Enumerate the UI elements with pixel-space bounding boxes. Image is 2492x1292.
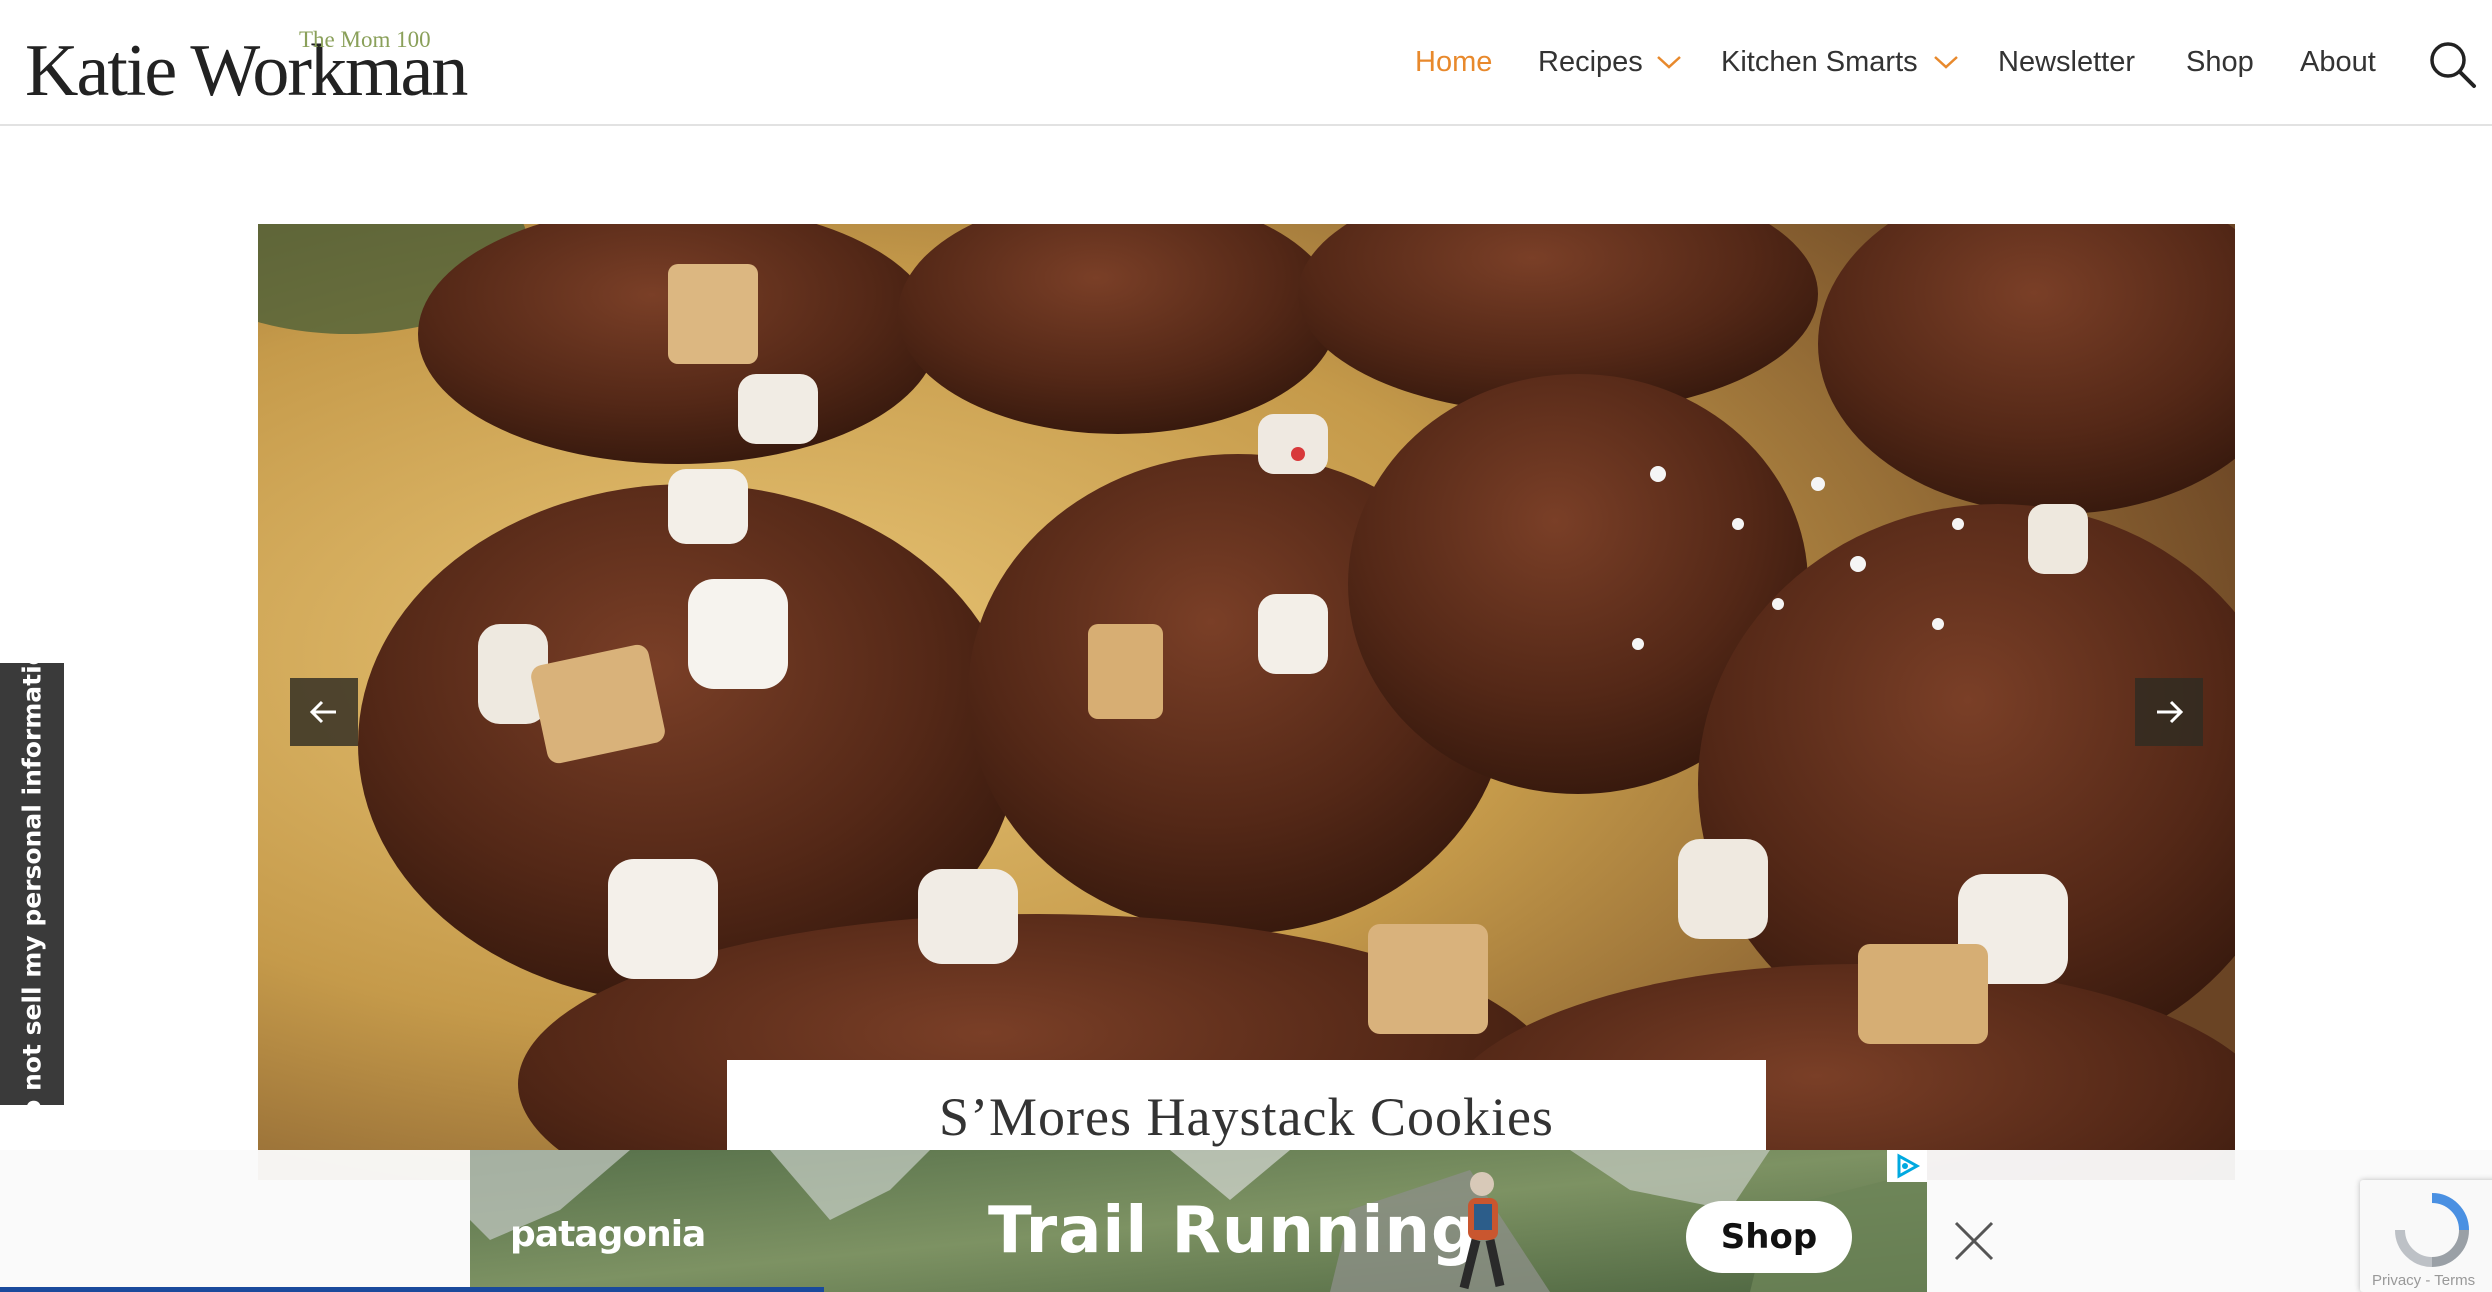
do-not-sell-tab[interactable]: Do not sell my personal information xyxy=(0,630,64,1138)
page-progress-bar xyxy=(0,1287,824,1292)
nav-item-label: Recipes xyxy=(1538,46,1643,78)
nav-item-kitchen-smarts[interactable]: Kitchen Smarts xyxy=(1721,40,1961,84)
recaptcha-icon xyxy=(2395,1193,2469,1267)
nav-item-label: Home xyxy=(1415,46,1493,78)
slide-title[interactable]: S’Mores Haystack Cookies xyxy=(727,1086,1766,1148)
search-icon[interactable] xyxy=(2428,40,2478,90)
nav-item-recipes[interactable]: Recipes xyxy=(1538,40,1683,84)
nav-item-home[interactable]: Home xyxy=(1415,40,1492,84)
banner-ad[interactable]: patagonia Trail Running Shop xyxy=(470,1150,1927,1292)
adchoices-glyph xyxy=(1897,1153,1921,1179)
nav-item-label: Newsletter xyxy=(1998,46,2135,78)
main-nav: Home Recipes Kitchen Smarts Newsletter S… xyxy=(0,40,2492,84)
recaptcha-badge[interactable]: Privacy - Terms xyxy=(2360,1180,2492,1292)
page: Katie Workman The Mom 100 Home Recipes K… xyxy=(0,0,2492,1292)
close-icon[interactable] xyxy=(1952,1219,1996,1263)
runner-image xyxy=(1459,1172,1505,1290)
ad-shop-button[interactable]: Shop xyxy=(1686,1201,1852,1273)
featured-slider: S’Mores Haystack Cookies xyxy=(258,224,2235,1180)
nav-item-label: Shop xyxy=(2186,46,2254,78)
nav-item-shop[interactable]: Shop xyxy=(2186,40,2254,84)
chevron-down-icon xyxy=(1657,56,1681,69)
nav-item-label: Kitchen Smarts xyxy=(1721,46,1918,78)
slide-image[interactable] xyxy=(258,224,2235,1180)
nav-item-label: About xyxy=(2300,46,2376,78)
nav-item-newsletter[interactable]: Newsletter xyxy=(1998,40,2135,84)
ad-headline: Trail Running xyxy=(988,1194,1478,1268)
arrow-left-icon xyxy=(309,700,336,724)
do-not-sell-label: Do not sell my personal information xyxy=(17,630,47,1138)
ad-brand: patagonia xyxy=(510,1214,706,1255)
recaptcha-links[interactable]: Privacy - Terms xyxy=(2372,1272,2475,1289)
arrow-right-icon xyxy=(2157,700,2184,724)
chevron-down-icon xyxy=(1934,56,1958,69)
nav-item-about[interactable]: About xyxy=(2300,40,2376,84)
site-header: Katie Workman The Mom 100 Home Recipes K… xyxy=(0,0,2492,126)
slider-prev-button[interactable] xyxy=(290,678,358,746)
adchoices-icon[interactable] xyxy=(1887,1150,1927,1182)
slider-next-button[interactable] xyxy=(2135,678,2203,746)
